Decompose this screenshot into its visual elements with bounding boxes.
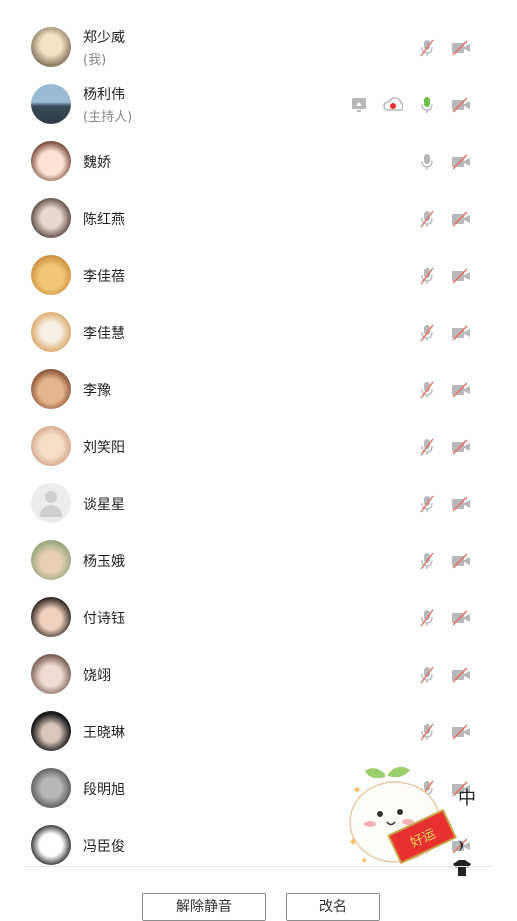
svg-text:✦: ✦: [348, 835, 358, 849]
avatar: [31, 654, 71, 694]
participant-name: 谈星星: [83, 497, 125, 513]
status-icons: [417, 38, 471, 58]
mic-muted-icon[interactable]: [417, 723, 437, 741]
participant-name: 付诗钰: [83, 611, 125, 627]
participant-row[interactable]: 魏娇: [0, 132, 517, 189]
participant-row[interactable]: 李佳慧: [0, 303, 517, 360]
sticker-text: 中: [458, 788, 476, 809]
avatar: [31, 426, 71, 466]
svg-text:✦: ✦: [352, 783, 362, 797]
status-icons: [417, 152, 471, 172]
mascot-sticker: 好运 中 ✦ ✦ ✦: [348, 766, 476, 876]
status-icons: [417, 437, 471, 457]
participant-role: (主持人): [83, 110, 133, 125]
status-icons: [417, 380, 471, 400]
mic-muted-icon[interactable]: [417, 552, 437, 570]
camera-off-icon[interactable]: [451, 723, 471, 741]
avatar: [31, 141, 71, 181]
camera-off-icon[interactable]: [451, 381, 471, 399]
screen-share-icon[interactable]: [349, 96, 369, 114]
avatar: [31, 711, 71, 751]
avatar: [31, 84, 71, 124]
rename-button[interactable]: 改名: [286, 893, 380, 921]
mic-active-icon[interactable]: [417, 96, 437, 114]
avatar: [31, 198, 71, 238]
avatar: [31, 369, 71, 409]
participant-row[interactable]: 付诗钰: [0, 588, 517, 645]
avatar: [31, 825, 71, 865]
camera-off-icon[interactable]: [451, 495, 471, 513]
camera-off-icon[interactable]: [451, 96, 471, 114]
participant-name: 冯臣俊: [83, 839, 125, 855]
mic-muted-icon[interactable]: [417, 609, 437, 627]
camera-off-icon[interactable]: [451, 153, 471, 171]
participant-row[interactable]: 杨玉娥: [0, 531, 517, 588]
status-icons: [417, 266, 471, 286]
participant-name: 李豫: [83, 383, 111, 399]
participant-name: 段明旭: [83, 782, 125, 798]
camera-off-icon[interactable]: [451, 666, 471, 684]
participant-row[interactable]: 陈红燕: [0, 189, 517, 246]
camera-off-icon[interactable]: [451, 552, 471, 570]
status-icons: [349, 95, 471, 115]
participant-name: 刘笑阳: [83, 440, 125, 456]
camera-off-icon[interactable]: [451, 267, 471, 285]
status-icons: [417, 608, 471, 628]
participant-row[interactable]: 李豫: [0, 360, 517, 417]
participant-name: 陈红燕: [83, 212, 125, 228]
avatar: [31, 768, 71, 808]
participant-name: 魏娇: [83, 155, 111, 171]
avatar: [31, 27, 71, 67]
mic-muted-icon[interactable]: [417, 210, 437, 228]
camera-off-icon[interactable]: [451, 609, 471, 627]
mic-muted-icon[interactable]: [417, 381, 437, 399]
status-icons: [417, 551, 471, 571]
participant-list: 郑少威 (我) 杨利伟 (主持人) 魏娇陈红燕李佳蓓李佳慧李豫刘笑阳谈星星杨玉娥付诗钰饶…: [0, 18, 517, 873]
participant-row[interactable]: 王晓琳: [0, 702, 517, 759]
participant-name: 郑少威: [83, 30, 125, 46]
status-icons: [417, 209, 471, 229]
mic-muted-icon[interactable]: [417, 324, 437, 342]
avatar: [31, 312, 71, 352]
participant-row[interactable]: 刘笑阳: [0, 417, 517, 474]
participant-row[interactable]: 李佳蓓: [0, 246, 517, 303]
mic-muted-icon[interactable]: [417, 39, 437, 57]
participant-name: 李佳蓓: [83, 269, 125, 285]
avatar: [31, 255, 71, 295]
avatar: [31, 483, 71, 523]
avatar: [31, 540, 71, 580]
status-icons: [417, 494, 471, 514]
participant-name: 杨玉娥: [83, 554, 125, 570]
camera-off-icon[interactable]: [451, 324, 471, 342]
mic-muted-icon[interactable]: [417, 267, 437, 285]
avatar: [31, 597, 71, 637]
camera-off-icon[interactable]: [451, 39, 471, 57]
status-icons: [417, 722, 471, 742]
status-icons: [417, 665, 471, 685]
camera-off-icon[interactable]: [451, 438, 471, 456]
participant-row[interactable]: 谈星星: [0, 474, 517, 531]
divider: [24, 866, 493, 867]
mic-icon[interactable]: [417, 153, 437, 171]
participant-row[interactable]: 杨利伟 (主持人): [0, 75, 517, 132]
participant-name: 饶翊: [83, 668, 111, 684]
status-icons: [417, 323, 471, 343]
participant-name: 李佳慧: [83, 326, 125, 342]
participant-name: 王晓琳: [83, 725, 125, 741]
mic-muted-icon[interactable]: [417, 495, 437, 513]
participant-name: 杨利伟: [83, 87, 125, 103]
participant-row[interactable]: 饶翊: [0, 645, 517, 702]
participant-row[interactable]: 郑少威 (我): [0, 18, 517, 75]
participant-role: (我): [83, 53, 107, 68]
cloud-record-icon[interactable]: [383, 96, 403, 114]
camera-off-icon[interactable]: [451, 210, 471, 228]
unmute-all-button[interactable]: 解除静音: [142, 893, 266, 921]
mic-muted-icon[interactable]: [417, 666, 437, 684]
mic-muted-icon[interactable]: [417, 438, 437, 456]
